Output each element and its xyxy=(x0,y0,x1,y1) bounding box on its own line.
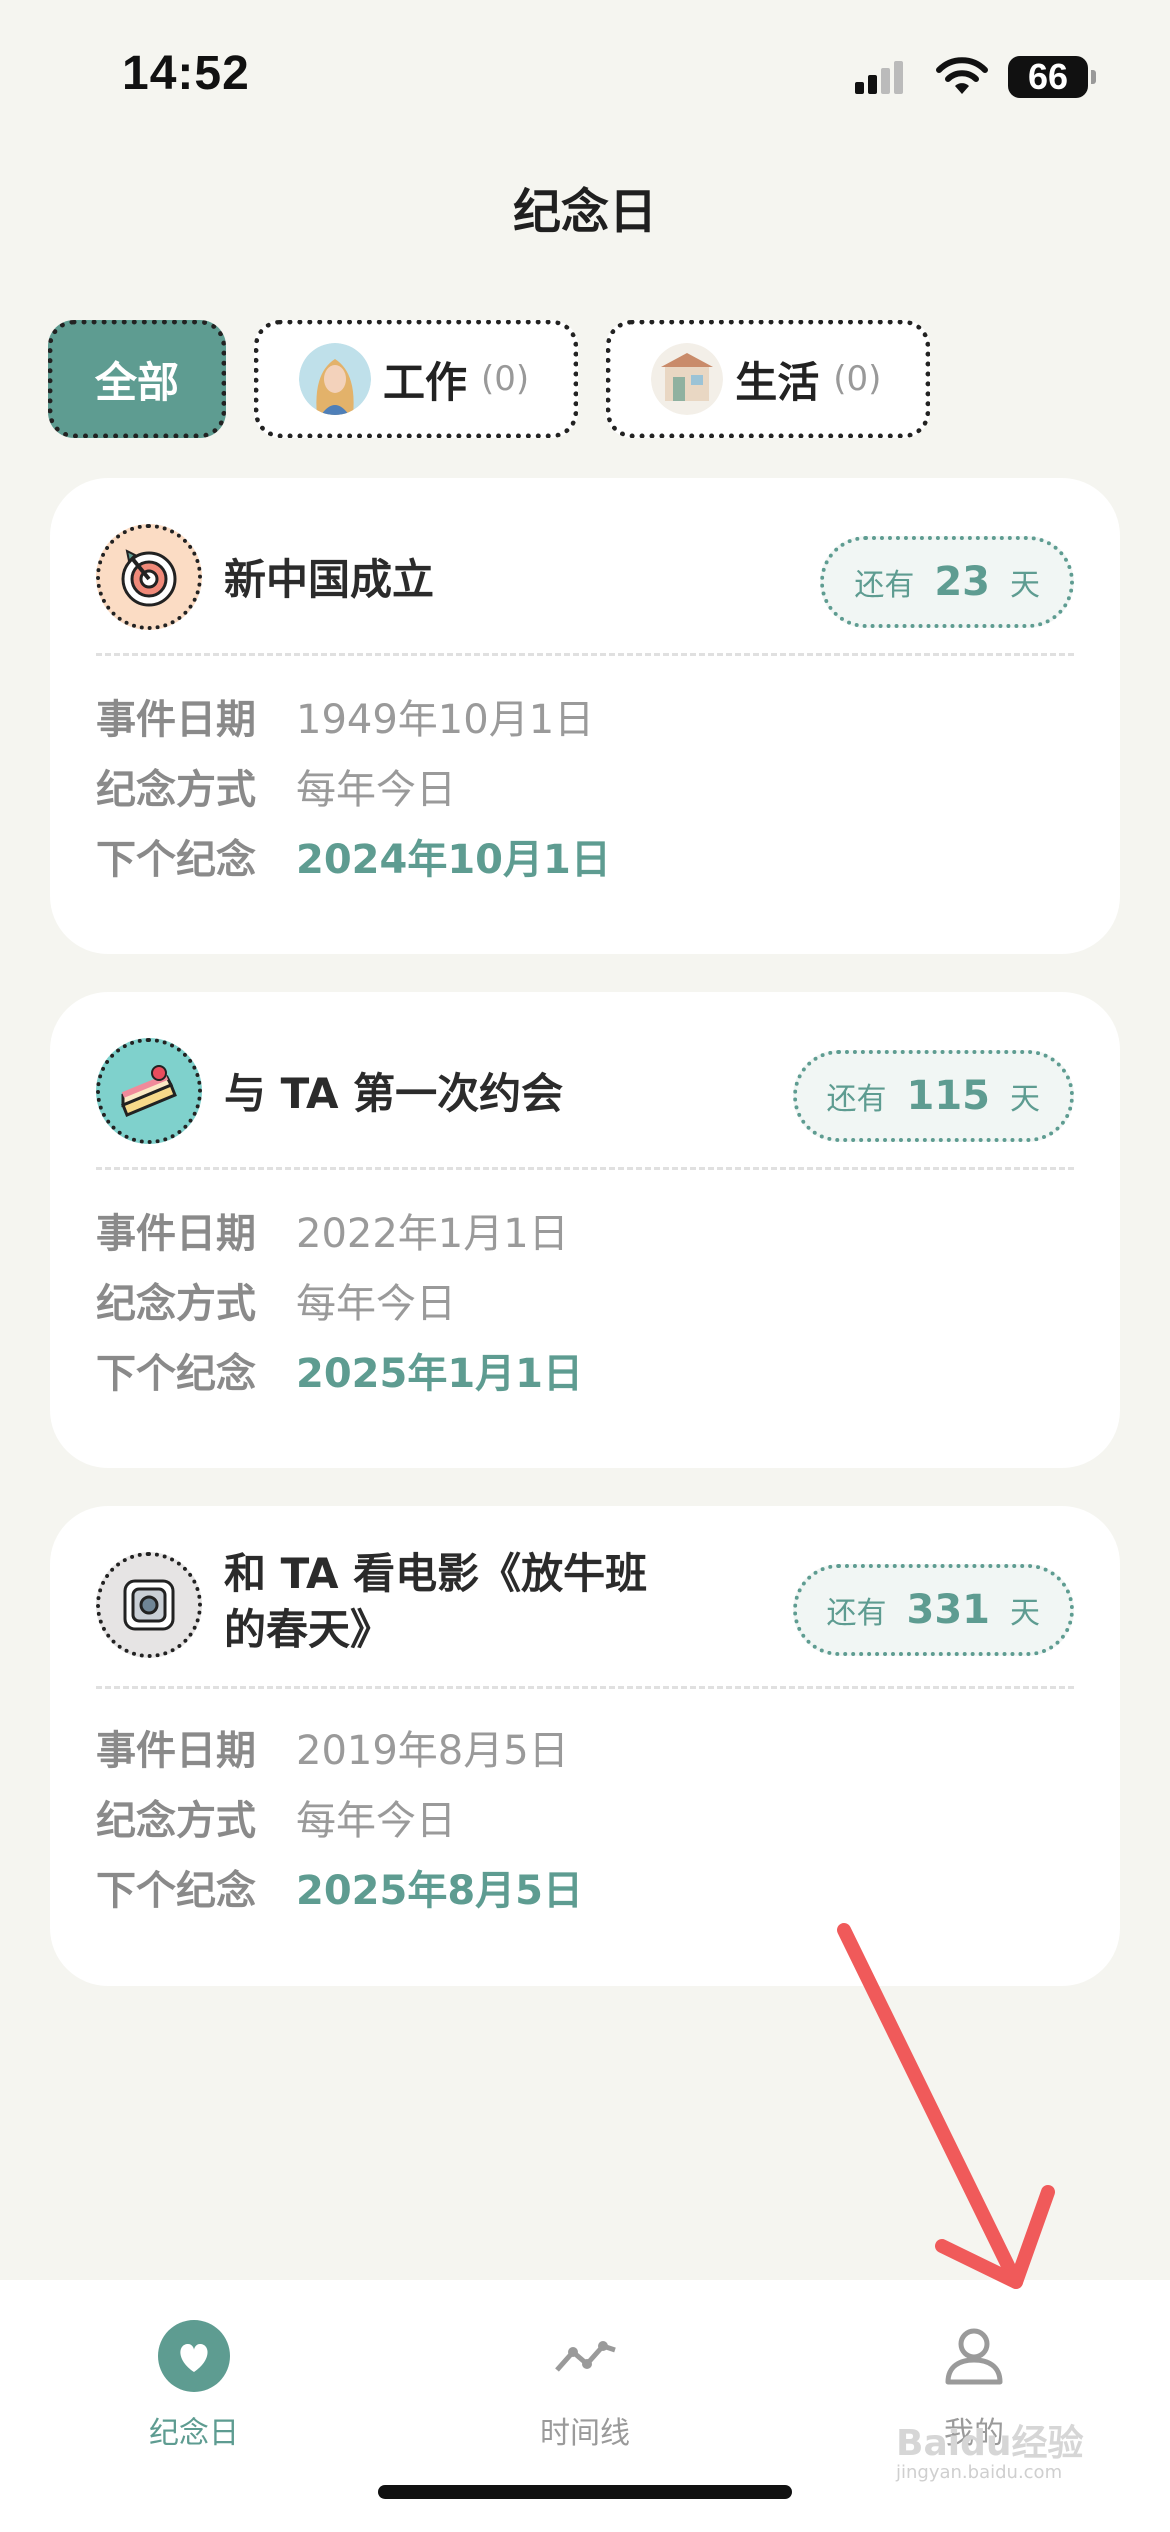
info-key: 纪念方式 xyxy=(96,1798,256,1844)
tab-work-count: (0) xyxy=(481,359,530,399)
countdown-days: 115 xyxy=(906,1073,991,1119)
next-date-value: 2025年8月5日 xyxy=(296,1868,583,1914)
home-indicator xyxy=(378,2485,792,2499)
countdown-prefix: 还有 xyxy=(826,1596,887,1631)
info-key: 纪念方式 xyxy=(96,767,256,813)
card-title: 新中国成立 xyxy=(224,555,435,604)
info-row-event-date: 事件日期 2019年8月5日 xyxy=(96,1716,583,1786)
info-row-next: 下个纪念 2025年8月5日 xyxy=(96,1856,583,1926)
info-row-event-date: 事件日期 2022年1月1日 xyxy=(96,1199,583,1269)
info-key: 下个纪念 xyxy=(96,1351,256,1397)
nav-anniversary[interactable]: 纪念日 xyxy=(84,2302,304,2452)
tab-life-count: (0) xyxy=(833,359,882,399)
countdown-badge: 还有 115 天 xyxy=(792,1050,1074,1142)
card-divider xyxy=(96,1686,1074,1689)
card-title: 与 TA 第一次约会 xyxy=(224,1069,564,1118)
tab-life[interactable]: 生活 (0) xyxy=(606,320,931,438)
info-value: 2019年8月5日 xyxy=(296,1728,569,1774)
info-row-repeat: 纪念方式 每年今日 xyxy=(96,1786,583,1856)
watermark-url: jingyan.baidu.com xyxy=(896,2462,1063,2483)
camera-icon xyxy=(96,1552,202,1658)
wifi-icon xyxy=(936,57,988,94)
card-title: 和 TA 看电影《放牛班的春天》 xyxy=(224,1549,648,1654)
info-row-event-date: 事件日期 1949年10月1日 xyxy=(96,685,611,755)
tab-life-label: 生活 xyxy=(735,357,820,407)
page-title: 纪念日 xyxy=(512,184,657,240)
countdown-badge: 还有 23 天 xyxy=(820,536,1074,628)
life-avatar-icon xyxy=(651,343,724,415)
countdown-badge: 还有 331 天 xyxy=(792,1564,1074,1656)
watermark-brand: Baidu经验 xyxy=(896,2423,1084,2464)
info-key: 事件日期 xyxy=(96,697,256,743)
cellular-signal-icon xyxy=(855,61,903,94)
card-info: 事件日期 1949年10月1日 纪念方式 每年今日 下个纪念 2024年10月1… xyxy=(96,685,611,895)
countdown-suffix: 天 xyxy=(1010,1082,1040,1117)
nav-label: 时间线 xyxy=(540,2416,630,2451)
info-key: 下个纪念 xyxy=(96,1868,256,1914)
nav-timeline[interactable]: 时间线 xyxy=(475,2302,695,2452)
anniversary-card[interactable]: 与 TA 第一次约会 还有 115 天 事件日期 2022年1月1日 纪念方式 … xyxy=(50,992,1120,1468)
info-value: 1949年10月1日 xyxy=(296,697,595,743)
category-tabs: 全部 工作 (0) 生活 (0) xyxy=(48,320,931,440)
watermark-logo: Baidu经验 jingyan.baidu.com xyxy=(896,2414,1083,2483)
info-key: 纪念方式 xyxy=(96,1281,256,1327)
card-header: 与 TA 第一次约会 还有 115 天 xyxy=(96,1038,1074,1148)
status-time: 14:52 xyxy=(122,47,250,100)
card-header: 新中国成立 还有 23 天 xyxy=(96,524,1074,634)
user-icon xyxy=(945,2328,1003,2385)
work-avatar-icon xyxy=(299,343,372,415)
info-row-next: 下个纪念 2024年10月1日 xyxy=(96,825,611,895)
info-key: 下个纪念 xyxy=(96,837,256,883)
info-value: 每年今日 xyxy=(296,1798,456,1844)
nav-label: 纪念日 xyxy=(149,2416,239,2451)
next-date-value: 2025年1月1日 xyxy=(296,1351,583,1397)
next-date-value: 2024年10月1日 xyxy=(296,837,611,883)
info-value: 2022年1月1日 xyxy=(296,1211,569,1257)
info-key: 事件日期 xyxy=(96,1211,256,1257)
card-header: 和 TA 看电影《放牛班的春天》 还有 331 天 xyxy=(96,1549,1074,1662)
battery-indicator: 66 xyxy=(1008,56,1096,98)
cake-icon xyxy=(96,1038,202,1144)
card-info: 事件日期 2022年1月1日 纪念方式 每年今日 下个纪念 2025年1月1日 xyxy=(96,1199,583,1409)
info-row-repeat: 纪念方式 每年今日 xyxy=(96,1269,583,1339)
tab-all[interactable]: 全部 xyxy=(48,320,227,438)
tab-all-label: 全部 xyxy=(95,357,180,407)
countdown-suffix: 天 xyxy=(1010,1596,1040,1631)
target-icon xyxy=(96,524,202,630)
info-value: 每年今日 xyxy=(296,1281,456,1327)
tab-work[interactable]: 工作 (0) xyxy=(254,320,579,438)
anniversary-card[interactable]: 新中国成立 还有 23 天 事件日期 1949年10月1日 纪念方式 每年今日 … xyxy=(50,478,1120,954)
countdown-days: 23 xyxy=(934,559,990,605)
info-row-repeat: 纪念方式 每年今日 xyxy=(96,755,611,825)
heart-icon xyxy=(158,2320,230,2392)
info-value: 每年今日 xyxy=(296,767,456,813)
countdown-days: 331 xyxy=(906,1587,991,1633)
timeline-icon xyxy=(555,2341,616,2372)
card-divider xyxy=(96,1167,1074,1170)
info-row-next: 下个纪念 2025年1月1日 xyxy=(96,1339,583,1409)
card-divider xyxy=(96,653,1074,656)
countdown-prefix: 还有 xyxy=(826,1082,887,1117)
countdown-suffix: 天 xyxy=(1010,568,1040,603)
info-key: 事件日期 xyxy=(96,1728,256,1774)
annotation-arrow-icon xyxy=(837,1923,1055,2289)
tab-work-label: 工作 xyxy=(383,357,468,407)
card-info: 事件日期 2019年8月5日 纪念方式 每年今日 下个纪念 2025年8月5日 xyxy=(96,1716,583,1926)
status-bar: 14:52 66 xyxy=(0,0,1170,150)
countdown-prefix: 还有 xyxy=(854,568,915,603)
